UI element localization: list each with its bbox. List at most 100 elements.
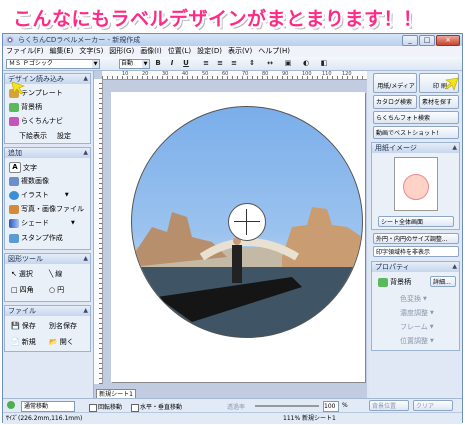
collapse-icon[interactable]: ▲ (83, 306, 88, 316)
opacity-value[interactable]: 100 (323, 401, 339, 412)
background-item[interactable]: 背景柄 (9, 102, 42, 112)
shape-section-header: 図形ツール ▲ (5, 254, 90, 264)
ruler-number: 60 (222, 71, 229, 77)
add-text-item[interactable]: A 文字 (9, 162, 37, 173)
circle-tool[interactable]: ○ 円 (49, 285, 64, 295)
effect-icon[interactable]: ◐ (301, 59, 311, 68)
file-section-header: ファイル ▲ (5, 306, 90, 316)
italic-button[interactable]: I (167, 59, 177, 68)
shadow-icon[interactable]: ◧ (319, 59, 329, 68)
line-tool[interactable]: ╲ 線 (49, 269, 62, 279)
paper-image-label: 用紙イメージ (375, 144, 417, 152)
menu-text[interactable]: 文字(S) (79, 46, 103, 57)
photo-search-button[interactable]: らくちんフォト検索 (373, 111, 459, 124)
navi-label: らくちんナビ (21, 117, 63, 125)
design-settings-button[interactable]: 設定 (57, 131, 71, 141)
save-button[interactable]: 💾 保存 (11, 321, 36, 331)
find-material-label: 素材を探す (422, 99, 453, 106)
line-tool-label: 線 (55, 270, 63, 278)
pointer-icon: ↖ (11, 270, 17, 278)
frame-item[interactable]: フレーム ▼ (400, 322, 434, 332)
label-paper[interactable] (111, 92, 365, 382)
chevron-down-icon[interactable]: ▼ (65, 192, 69, 198)
app-window: らくちんCDラベルメーカー - 新規作成 _ □ × ファイル(F) 編集(E)… (2, 33, 463, 424)
bold-button[interactable]: B (153, 59, 163, 68)
collapse-icon[interactable]: ▲ (452, 262, 457, 272)
add-header-label: 追加 (8, 149, 22, 157)
save-as-button[interactable]: 別名保存 (49, 321, 77, 331)
rotate-move-checkbox[interactable]: 回転移動 (89, 402, 122, 412)
shape-header-label: 図形ツール (8, 255, 43, 263)
menu-image[interactable]: 画像(I) (140, 46, 162, 57)
collapse-icon[interactable]: ▲ (83, 254, 88, 264)
add-illustration-item[interactable]: イラスト ▼ (9, 190, 69, 200)
maximize-button[interactable]: □ (419, 35, 435, 46)
video-shot-button[interactable]: 動画でベストショット! (373, 126, 459, 139)
position-adjust-item[interactable]: 位置調整 ▼ (400, 336, 434, 346)
canvas-area[interactable]: 10 20 30 40 50 60 70 80 90 100 110 120 新規シート1 (94, 71, 367, 400)
move-mode-select[interactable]: 通常移動 (21, 401, 75, 412)
position-adjust-label: 位置調整 (400, 337, 428, 345)
rect-tool[interactable]: □ 四角 (11, 285, 34, 295)
opacity-slider[interactable] (255, 405, 319, 407)
color-convert-label: 色変換 (400, 295, 421, 303)
align-right-icon[interactable]: ≡ (229, 59, 239, 68)
menu-position[interactable]: 位置(L) (168, 46, 191, 57)
paper-media-button[interactable]: 用紙/メディア (373, 73, 417, 93)
property-section: プロパティ ▲ 背景柄 詳細... 色変換 ▼ 濃度調整 ▼ フレーム ▼ 位置調整 ▼ (371, 261, 460, 351)
add-photo-item[interactable]: 写真・画像ファイル (9, 204, 84, 214)
cd-label-disc[interactable] (131, 106, 363, 338)
clear-button[interactable]: クリア (413, 400, 453, 411)
sheet-all-screen-button[interactable]: シート全体画面 (378, 216, 454, 227)
menu-file[interactable]: ファイル(F) (6, 46, 44, 57)
new-button[interactable]: 📄 新規 (11, 337, 36, 347)
add-shade-item[interactable]: シェード ▼ (9, 218, 75, 228)
chevron-down-icon: ▼ (430, 338, 434, 344)
zoom-sheet-readout: 111% 新規シート1 (283, 415, 336, 422)
menu-settings[interactable]: 設定(D) (197, 46, 222, 57)
underline-button[interactable]: U (181, 59, 191, 68)
minimize-button[interactable]: _ (402, 35, 418, 46)
title-display-button[interactable]: 下絵表示 (19, 131, 47, 141)
menu-edit[interactable]: 編集(E) (50, 46, 74, 57)
collapse-icon[interactable]: ▲ (452, 143, 457, 153)
spacing-icon[interactable]: ↔ (265, 59, 275, 68)
font-value: ＭＳ Ｐゴシック (9, 60, 53, 67)
bg-position-label: 背景位置 (372, 403, 397, 410)
menu-bar: ファイル(F) 編集(E) 文字(S) 図形(G) 画像(I) 位置(L) 設定… (3, 46, 462, 57)
template-label: テンプレート (21, 89, 63, 97)
font-size-value: 自動 (121, 60, 134, 67)
density-adjust-item[interactable]: 濃度調整 ▼ (400, 308, 434, 318)
vertical-text-icon[interactable]: ⇕ (247, 59, 257, 68)
line-icon: ╲ (49, 270, 54, 278)
add-stamp-item[interactable]: スタンプ作成 (9, 233, 63, 243)
chevron-down-icon[interactable]: ▼ (71, 220, 75, 226)
font-size-select[interactable]: 自動 ▼ (119, 59, 150, 69)
circle-size-adjust-button[interactable]: 外円・内円のサイズ調整... (373, 233, 459, 244)
collapse-icon[interactable]: ▲ (83, 148, 88, 158)
add-multi-image-item[interactable]: 複数画像 (9, 176, 49, 186)
align-center-icon[interactable]: ≡ (215, 59, 225, 68)
new-file-icon: 📄 (11, 338, 20, 346)
menu-shape[interactable]: 図形(G) (109, 46, 134, 57)
open-button[interactable]: 📂 開く (49, 337, 74, 347)
save-label: 保存 (21, 322, 36, 330)
navi-item[interactable]: らくちんナビ (9, 116, 63, 126)
select-tool[interactable]: ↖ 選択 (11, 269, 33, 279)
property-label: プロパティ (375, 263, 410, 271)
menu-help[interactable]: ヘルプ(H) (258, 46, 290, 57)
align-left-icon[interactable]: ≡ (201, 59, 211, 68)
detail-button[interactable]: 詳細... (430, 276, 456, 287)
collapse-icon[interactable]: ▲ (83, 74, 88, 84)
font-select[interactable]: ＭＳ Ｐゴシック ▼ (6, 59, 100, 69)
hv-move-label: 水平・垂直移動 (140, 404, 183, 411)
color-icon[interactable]: ▣ (283, 59, 293, 68)
bg-position-button[interactable]: 背景位置 (369, 400, 409, 411)
catalog-search-button[interactable]: カタログ検索 (373, 95, 417, 109)
color-convert-item[interactable]: 色変換 ▼ (400, 294, 427, 304)
find-material-button[interactable]: 素材を探す (419, 95, 459, 109)
print-frame-select[interactable]: 印字領域枠を非表示 (373, 246, 459, 257)
menu-view[interactable]: 表示(V) (228, 46, 252, 57)
hv-move-checkbox[interactable]: 水平・垂直移動 (131, 402, 182, 412)
close-button[interactable]: × (436, 35, 460, 46)
